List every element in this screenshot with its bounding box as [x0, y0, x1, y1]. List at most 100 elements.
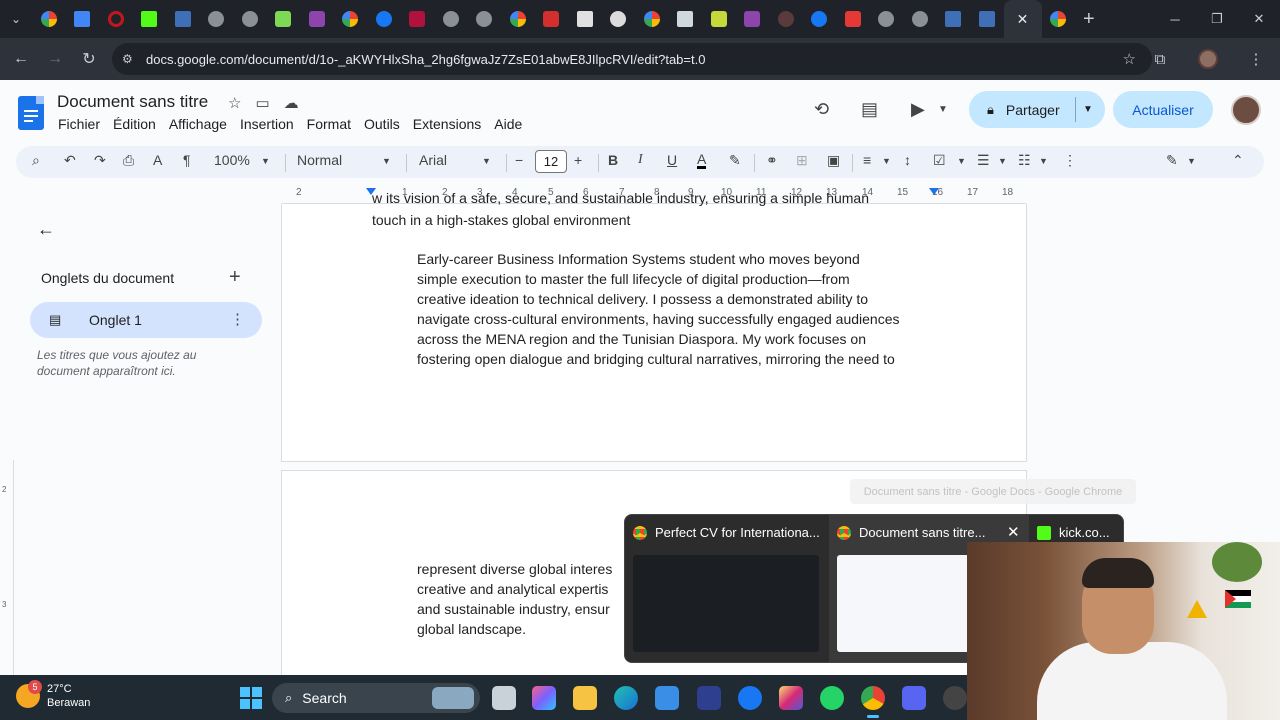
bold-icon[interactable]: B [608, 152, 618, 168]
collapse-menus-icon[interactable]: ⌃ [1232, 152, 1244, 169]
back-icon[interactable]: ← [4, 42, 38, 76]
version-history-icon[interactable]: ⟲ [814, 99, 829, 120]
tab-arch[interactable] [602, 0, 636, 38]
more-options-icon[interactable]: ⋮ [1063, 152, 1077, 169]
obs-icon[interactable] [943, 686, 967, 710]
tab-active-docs[interactable]: ✕ [1003, 0, 1042, 38]
menu-format[interactable]: Format [307, 116, 351, 132]
star-icon[interactable]: ☆ [228, 94, 241, 112]
address-bar[interactable]: ⚙ docs.google.com/document/d/1o-_aKWYHlx… [112, 43, 1152, 75]
instagram-icon[interactable] [779, 686, 803, 710]
tab-google-5[interactable] [1042, 0, 1076, 38]
tab-generic-1[interactable] [200, 0, 234, 38]
tab-generic-3[interactable] [434, 0, 468, 38]
editing-mode-dropdown-icon[interactable]: ▼ [1187, 156, 1196, 166]
checklist-dropdown-icon[interactable]: ▼ [957, 156, 966, 166]
menu-edit[interactable]: Édition [113, 116, 156, 132]
whatsapp-icon[interactable] [820, 686, 844, 710]
tab-generic-2[interactable] [233, 0, 267, 38]
redo-icon[interactable]: ↷ [94, 152, 106, 169]
file-explorer-icon[interactable] [573, 686, 597, 710]
tab-facebook[interactable] [367, 0, 401, 38]
tab-univ-2[interactable] [937, 0, 971, 38]
tab-purple-app[interactable] [300, 0, 334, 38]
close-window-icon[interactable]: ✕ [1238, 0, 1280, 38]
menu-tools[interactable]: Outils [364, 116, 400, 132]
document-title[interactable]: Document sans titre [57, 92, 208, 112]
zoom-dropdown-icon[interactable]: ▼ [261, 156, 270, 166]
print-icon[interactable]: ⎙ [123, 152, 134, 169]
sidebar-item-onglet-1[interactable]: ▤ Onglet 1 ⋮ [30, 302, 262, 338]
close-tab-icon[interactable]: ✕ [1017, 11, 1029, 28]
style-select[interactable]: Normal [297, 152, 342, 168]
search-menus-icon[interactable]: ⌕ [32, 152, 40, 169]
restore-icon[interactable]: ❐ [1196, 0, 1238, 38]
site-info-icon[interactable]: ⚙ [122, 52, 138, 66]
highlight-color-icon[interactable]: ✎ [729, 152, 741, 169]
facebook-icon[interactable] [738, 686, 762, 710]
vertical-ruler[interactable]: 2 3 [0, 460, 14, 675]
tab-google-4[interactable] [635, 0, 669, 38]
tab-perplexity[interactable] [267, 0, 301, 38]
line-spacing-icon[interactable]: ↕ [904, 152, 911, 168]
editing-mode-icon[interactable]: ✎ [1166, 152, 1178, 169]
minimize-icon[interactable]: ─ [1154, 0, 1196, 38]
close-preview-icon[interactable]: ✕ [1007, 523, 1020, 541]
weather-widget[interactable]: 5 27°C Berawan [16, 680, 90, 710]
edge-icon[interactable] [614, 686, 638, 710]
menu-extensions[interactable]: Extensions [413, 116, 481, 132]
docs-logo-icon[interactable] [18, 96, 44, 130]
comments-icon[interactable]: ▤ [861, 99, 878, 120]
meet-icon[interactable]: ▶ [911, 99, 925, 120]
zoom-select[interactable]: 100% [214, 152, 250, 168]
right-indent-marker[interactable] [929, 188, 939, 195]
underline-icon[interactable]: U [667, 152, 677, 168]
back-arrow-icon[interactable]: ← [37, 219, 55, 240]
font-select[interactable]: Arial [419, 152, 447, 168]
undo-icon[interactable]: ↶ [64, 152, 76, 169]
tab-opera[interactable] [99, 0, 133, 38]
tab-purple-app-2[interactable] [736, 0, 770, 38]
bookmark-star-icon[interactable]: ☆ [1123, 50, 1136, 68]
align-dropdown-icon[interactable]: ▼ [882, 156, 891, 166]
tab-kick[interactable] [133, 0, 167, 38]
tab-univ-3[interactable] [970, 0, 1004, 38]
store-icon[interactable] [655, 686, 679, 710]
spellcheck-icon[interactable]: A [153, 152, 162, 168]
tab-m-app[interactable] [535, 0, 569, 38]
add-comment-icon[interactable]: ⊞ [796, 152, 808, 169]
tab-yellow-app[interactable] [702, 0, 736, 38]
tab-generic-6[interactable] [903, 0, 937, 38]
new-tab-button[interactable]: + [1083, 8, 1095, 31]
style-dropdown-icon[interactable]: ▼ [382, 156, 391, 166]
reload-icon[interactable]: ↻ [72, 42, 106, 76]
start-button-icon[interactable] [240, 687, 262, 709]
menu-insert[interactable]: Insertion [240, 116, 294, 132]
discord-icon[interactable] [902, 686, 926, 710]
tab-youtube[interactable] [836, 0, 870, 38]
extensions-icon[interactable]: ⧉ [1136, 51, 1184, 68]
preview-window-cv[interactable]: Perfect CV for Internationa... [625, 515, 829, 662]
insert-link-icon[interactable]: ⚭ [766, 152, 778, 169]
meet-dropdown-icon[interactable]: ▼ [938, 104, 948, 115]
tab-docs[interactable] [66, 0, 100, 38]
m365-icon[interactable] [532, 686, 556, 710]
tab-generic-4[interactable] [468, 0, 502, 38]
add-tab-icon[interactable]: + [229, 266, 241, 289]
tab-search-dropdown-icon[interactable]: ⌄ [0, 0, 32, 38]
move-folder-icon[interactable]: ▭ [255, 94, 269, 112]
bulleted-list-icon[interactable]: ☰ [977, 152, 990, 169]
tab-google[interactable] [32, 0, 66, 38]
insert-image-icon[interactable]: ▣ [827, 152, 840, 169]
profile-button[interactable] [1184, 49, 1232, 69]
decrease-font-size-icon[interactable]: − [515, 152, 523, 168]
account-avatar[interactable] [1231, 95, 1261, 125]
menu-view[interactable]: Affichage [169, 116, 227, 132]
tab-google-3[interactable] [501, 0, 535, 38]
tab-more-icon[interactable]: ⋮ [230, 310, 245, 328]
tab-red-app[interactable] [401, 0, 435, 38]
bulleted-list-dropdown-icon[interactable]: ▼ [998, 156, 1007, 166]
tab-generic-5[interactable] [870, 0, 904, 38]
tab-slides[interactable] [669, 0, 703, 38]
chrome-menu-icon[interactable]: ⋮ [1232, 50, 1280, 68]
